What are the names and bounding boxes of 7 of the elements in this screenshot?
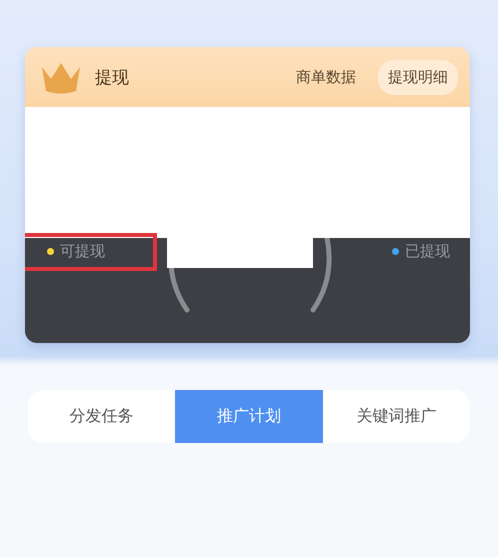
- header-link[interactable]: 提现明细: [378, 60, 458, 94]
- tab[interactable]: 关键词推广: [323, 390, 470, 443]
- card-title: 提现: [95, 66, 130, 88]
- tab[interactable]: 分发任务: [28, 390, 175, 443]
- legend-label: 可提现: [60, 242, 105, 260]
- header-link[interactable]: 商单数据: [286, 60, 366, 94]
- legend-label: 已提现: [405, 242, 450, 260]
